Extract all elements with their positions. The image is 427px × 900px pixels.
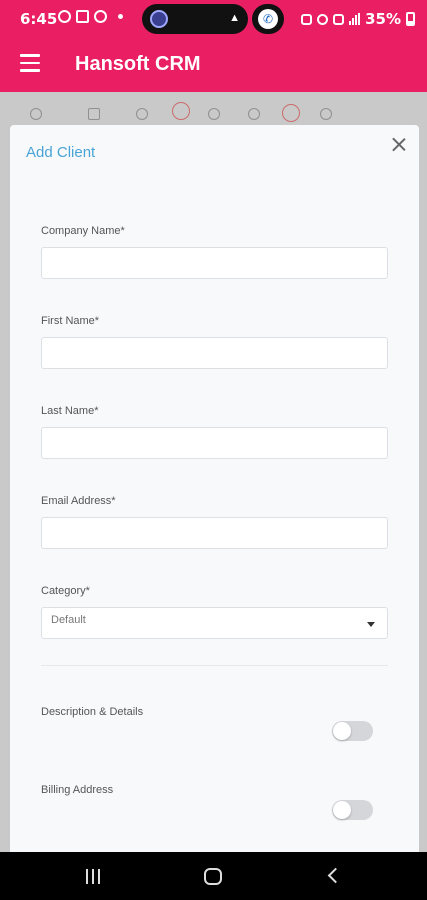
back-icon[interactable] [327,867,344,884]
category-selected-value: Default [51,614,86,626]
background-icon [30,108,42,120]
first-name-input[interactable] [41,337,388,369]
add-client-dialog: Add Client Company Name* First Name* Las… [10,125,419,855]
notification-icons [58,10,123,23]
background-icon [208,108,220,120]
divider [41,665,388,666]
description-label: Description & Details [41,706,144,718]
camera-pill: ▲ [142,4,248,34]
gallery-icon [76,10,89,23]
navigation-bar [0,852,427,900]
vibrate-icon [301,13,313,25]
system-icons: 35% [301,10,415,28]
toggle-knob [333,801,351,819]
close-icon[interactable] [389,135,409,155]
company-name-label: Company Name* [41,225,125,237]
assistant-icon [150,10,168,28]
ongoing-call-chip[interactable]: ✆ [252,4,284,34]
email-label: Email Address* [41,495,116,507]
chevron-down-icon [367,622,375,627]
background-icon [136,108,148,120]
first-name-label: First Name* [41,315,100,327]
dialog-title: Add Client [26,144,96,161]
status-time: 6:45 [20,10,58,28]
home-icon[interactable] [204,868,222,885]
chrome-icon [94,10,107,23]
alarm-icon [317,13,329,25]
billing-address-toggle[interactable] [332,800,373,820]
description-toggle[interactable] [332,721,373,741]
category-label: Category* [41,585,90,597]
app-title: Hansoft CRM [75,53,201,75]
company-name-input[interactable] [41,247,388,279]
background-icon [282,104,300,122]
toggle-knob [333,722,351,740]
signal-icon [349,13,361,25]
whatsapp-icon [58,10,71,23]
background-icon [88,108,100,120]
bell-icon: ▲ [229,12,240,24]
last-name-label: Last Name* [41,405,99,417]
volte-icon [333,13,345,25]
status-bar: 6:45 ▲ ✆ 35% [0,0,427,36]
background-icon [320,108,332,120]
app-bar: Hansoft CRM [0,36,427,92]
background-icon [248,108,260,120]
billing-address-label: Billing Address [41,784,114,796]
battery-percent: 35% [365,10,401,28]
menu-icon[interactable] [20,54,40,72]
notification-dot-icon [118,14,123,19]
email-input[interactable] [41,517,388,549]
call-icon: ✆ [258,9,278,29]
category-select[interactable]: Default [41,607,388,639]
recents-icon[interactable] [86,869,100,884]
battery-icon [406,12,415,26]
background-icon [172,102,190,120]
last-name-input[interactable] [41,427,388,459]
